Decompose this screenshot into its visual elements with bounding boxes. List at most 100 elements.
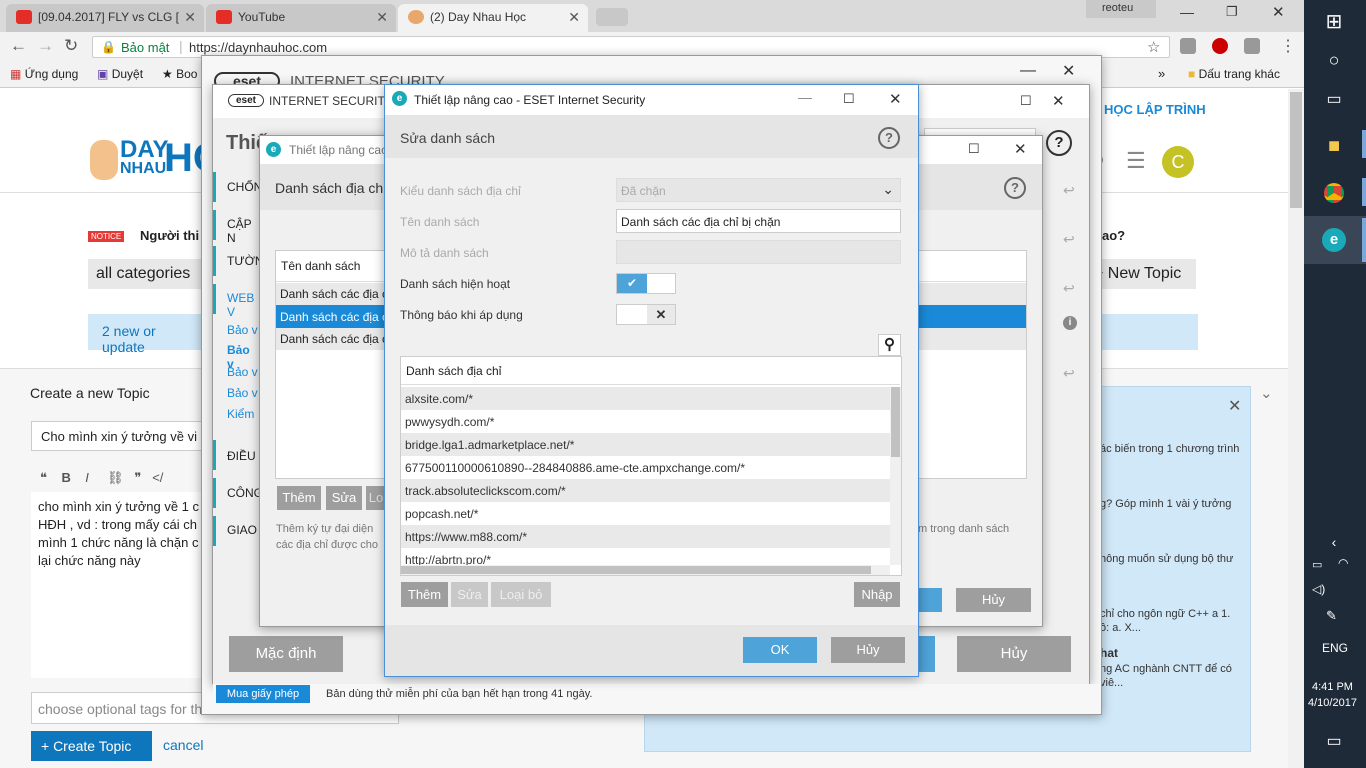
close-tab-icon[interactable]: ✕ [376, 9, 388, 26]
extension-icon[interactable] [1212, 38, 1228, 54]
list-item[interactable]: 677500110000610890--284840886.ame-cte.am… [401, 456, 890, 479]
new-topic-button[interactable]: + New Topic [1086, 259, 1196, 289]
list-item[interactable]: bridge.lga1.admarketplace.net/* [401, 433, 890, 456]
bookmark-star[interactable]: ★ Boo [162, 67, 197, 81]
hamburger-icon[interactable]: ☰ [1126, 148, 1146, 174]
volume-icon[interactable]: ◁) [1312, 582, 1325, 596]
list-item[interactable]: ng AC nghành CNTT để có [1100, 663, 1232, 675]
buy-license-button[interactable]: Mua giấy phép [216, 685, 310, 703]
profile-badge[interactable]: reoteu [1086, 0, 1156, 18]
clock-time[interactable]: 4:41 PM [1312, 681, 1353, 693]
default-button[interactable]: Mặc định [229, 636, 343, 672]
info-icon[interactable]: i [1063, 316, 1077, 330]
bookmark-apps[interactable]: ▦ Ứng dụng [10, 67, 78, 81]
list-item[interactable]: track.absoluteclickscom.com/* [401, 479, 890, 502]
list-hscrollbar[interactable] [401, 565, 890, 575]
maximize-icon[interactable]: ☐ [968, 141, 980, 157]
revert-icon[interactable]: ↩ [1063, 182, 1075, 199]
task-view-icon[interactable]: ▭ [1316, 82, 1352, 118]
cortana-icon[interactable]: ○ [1316, 42, 1352, 78]
chevron-left-icon[interactable]: ‹ [1316, 524, 1352, 560]
notify-toggle[interactable]: ✕ [616, 304, 676, 325]
nav-link[interactable]: HỌC LẬP TRÌNH [1104, 102, 1206, 117]
close-icon[interactable]: ✕ [1062, 61, 1075, 81]
cancel-button[interactable]: Hủy [957, 636, 1071, 672]
create-topic-button[interactable]: + Create Topic [31, 731, 152, 761]
topic-title-input[interactable]: Cho mình xin ý tưởng về vi [31, 421, 211, 451]
cancel-button[interactable]: Hủy [831, 637, 905, 663]
list-type-select[interactable]: Đã chặn ⌄ [616, 178, 901, 202]
scrollbar-thumb[interactable] [891, 387, 900, 457]
sidebar-subitem[interactable]: Kiểm [227, 407, 254, 421]
restore-icon[interactable]: ❐ [1226, 4, 1238, 20]
help-icon[interactable]: ? [1004, 177, 1026, 199]
list-description-input[interactable] [616, 240, 901, 264]
cancel-button[interactable]: Hủy [956, 588, 1031, 612]
bold-icon[interactable]: B [61, 470, 70, 485]
tab-daynhauhoc[interactable]: (2) Day Nhau Học ✕ [398, 4, 588, 32]
sidebar-item[interactable]: WEB V [227, 291, 259, 319]
menu-icon[interactable]: ⋮ [1280, 36, 1296, 56]
close-window-icon[interactable]: ✕ [1272, 3, 1285, 21]
list-item[interactable]: g? Góp mình 1 vài ý tưởng [1100, 498, 1231, 510]
back-icon[interactable]: ← [10, 36, 27, 56]
sidebar-subitem[interactable]: Bảo v [227, 323, 258, 337]
scrollbar-thumb[interactable] [1290, 92, 1302, 208]
bookmark-twitch[interactable]: ▣ Duyệt [97, 67, 143, 81]
new-updates-bar[interactable]: 2 new or update [88, 314, 208, 355]
list-item[interactable]: hông muốn sử dụng bộ thư [1100, 553, 1233, 565]
ok-button[interactable] [918, 588, 942, 612]
cancel-link[interactable]: cancel [163, 737, 203, 753]
maximize-icon[interactable]: ☐ [843, 91, 855, 107]
blockquote-icon[interactable]: ❞ [134, 470, 141, 485]
list-item[interactable]: ác biến trong 1 chương trình [1100, 443, 1239, 455]
list-item[interactable]: chỉ cho ngôn ngữ C++ a 1. [1100, 608, 1230, 620]
help-icon[interactable]: ? [1046, 130, 1072, 156]
sidebar-subitem[interactable]: Bảo v [227, 386, 258, 400]
new-tab-button[interactable] [596, 8, 628, 26]
column-header[interactable]: Danh sách địa chỉ [401, 357, 900, 385]
list-name-input[interactable]: Danh sách các địa chỉ bị chặn [616, 209, 901, 233]
active-toggle[interactable]: ✔ [616, 273, 676, 294]
add-button[interactable]: Thêm [401, 582, 448, 607]
bookmarks-overflow[interactable]: » [1158, 66, 1165, 81]
bookmark-star-icon[interactable]: ☆ [1147, 38, 1160, 56]
forward-icon[interactable]: → [37, 36, 54, 56]
file-explorer-icon[interactable]: ■ [1316, 128, 1352, 164]
close-tab-icon[interactable]: ✕ [184, 9, 196, 26]
italic-icon[interactable]: I [85, 470, 89, 485]
close-icon[interactable]: ✕ [1014, 140, 1027, 158]
list-item[interactable]: https://www.m88.com/* [401, 525, 890, 548]
help-icon[interactable]: ? [878, 127, 900, 149]
notifications-icon[interactable]: ▭ [1316, 724, 1352, 760]
link-icon[interactable]: ⛓ [107, 470, 124, 485]
sidebar-subitem[interactable]: Bảo v [227, 365, 258, 379]
list-item[interactable]: popcash.net/* [401, 502, 890, 525]
remove-button[interactable]: Loại bỏ [491, 582, 551, 607]
other-bookmarks[interactable]: ■ Dấu trang khác [1188, 67, 1280, 81]
clock-date[interactable]: 4/10/2017 [1308, 697, 1357, 709]
tab-youtube[interactable]: YouTube ✕ [206, 4, 396, 32]
revert-icon[interactable]: ↩ [1063, 231, 1075, 248]
sidebar-item[interactable]: CHỐN [227, 180, 262, 194]
minimize-icon[interactable]: — [1180, 4, 1194, 20]
chevron-down-icon[interactable]: ⌄ [1260, 384, 1273, 402]
revert-icon[interactable]: ↩ [1063, 280, 1075, 297]
composer-body[interactable]: cho mình xin ý tưởng về 1 c HĐH , vd : t… [31, 492, 211, 678]
avatar[interactable]: C [1162, 146, 1194, 178]
list-scrollbar[interactable] [890, 387, 901, 565]
tab-youtube-match[interactable]: [09.04.2017] FLY vs CLG [ ✕ [6, 4, 204, 32]
edit-button[interactable]: Sửa [451, 582, 488, 607]
close-icon[interactable]: ✕ [889, 90, 902, 108]
search-icon[interactable]: ⚲ [878, 334, 901, 356]
import-button[interactable]: Nhập [854, 582, 900, 607]
extension-icon[interactable] [1180, 38, 1196, 54]
edit-button[interactable]: Sửa [326, 486, 362, 510]
list-item[interactable]: alxsite.com/* [401, 387, 890, 410]
pen-icon[interactable]: ✎ [1326, 608, 1337, 624]
windows-start-icon[interactable]: ⊞ [1316, 4, 1352, 40]
extension-icon[interactable] [1244, 38, 1260, 54]
close-icon[interactable]: ✕ [1228, 396, 1241, 416]
list-item[interactable]: pwwysydh.com/* [401, 410, 890, 433]
add-button[interactable]: Thêm [277, 486, 321, 510]
